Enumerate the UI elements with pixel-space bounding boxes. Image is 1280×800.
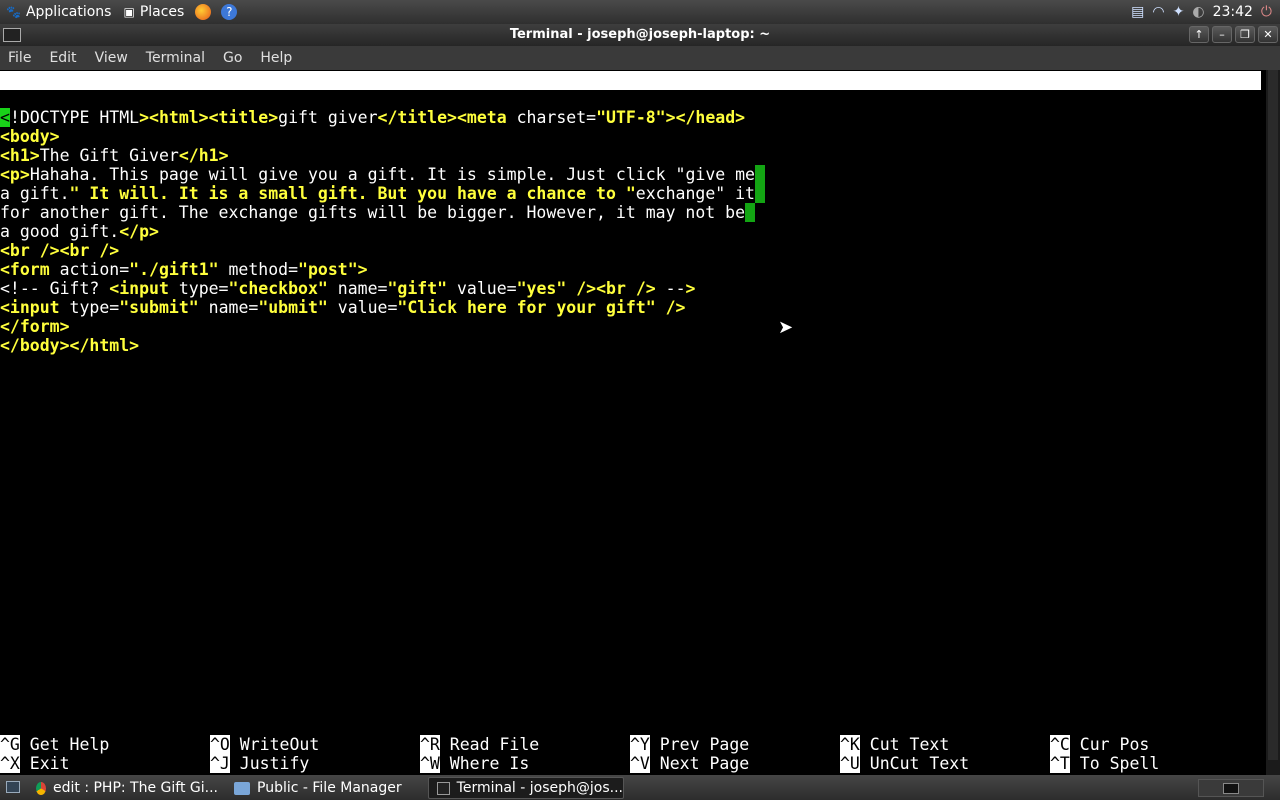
window-title: Terminal - joseph@joseph-laptop: ~ <box>509 27 771 42</box>
menu-file[interactable]: File <box>8 50 31 66</box>
menu-go[interactable]: Go <box>223 50 242 66</box>
shortcut-exit: ^X Exit <box>0 754 70 773</box>
system-tray: ▤ ◠ ✦ ◐ 23:42 ⏻ <box>1131 0 1272 24</box>
power-icon[interactable]: ⏻ <box>1261 4 1272 20</box>
editor-line[interactable]: </form> <box>0 317 70 336</box>
editor-line[interactable]: a good gift.</p> <box>0 222 159 241</box>
text-cursor: < <box>0 108 10 127</box>
menu-terminal[interactable]: Terminal <box>146 50 205 66</box>
trailing-whitespace-marker <box>745 203 756 222</box>
dropbox-icon[interactable]: ✦ <box>1173 4 1185 20</box>
task-file-manager[interactable]: Public - File Manager <box>226 777 422 799</box>
close-button[interactable]: ✕ <box>1258 26 1278 43</box>
task-label: Public - File Manager <box>257 780 402 796</box>
shortcut-get-help: ^G Get Help <box>0 735 110 754</box>
task-terminal[interactable]: Terminal - joseph@jos... <box>428 777 624 799</box>
taskbar: edit : PHP: The Gift Gi... Public - File… <box>0 775 1280 800</box>
editor-line[interactable]: a gift." It will. It is a small gift. Bu… <box>0 184 765 203</box>
raise-button[interactable]: ↑ <box>1189 26 1209 43</box>
places-label: Places <box>139 4 185 20</box>
shortcut-justify: ^J Justify <box>210 754 310 773</box>
volume-icon[interactable]: ◐ <box>1192 4 1204 20</box>
shortcut-cur-pos: ^C Cur Pos <box>1050 735 1150 754</box>
places-icon: ▣ <box>123 5 135 19</box>
gnome-foot-icon: 🐾 <box>6 5 21 19</box>
shortcut-where-is: ^W Where Is <box>420 754 530 773</box>
applications-menu[interactable]: 🐾 Applications <box>0 0 117 24</box>
trailing-whitespace-marker <box>755 184 765 203</box>
menu-help[interactable]: Help <box>260 50 292 66</box>
shortcut-writeout: ^O WriteOut <box>210 735 320 754</box>
nano-version: GNU nano 2.2.2 <box>21 90 161 109</box>
workspace-switcher[interactable] <box>1198 779 1264 797</box>
editor-line[interactable]: for another gift. The exchange gifts wil… <box>0 203 756 222</box>
shortcut-read-file: ^R Read File <box>420 735 540 754</box>
chrome-icon <box>36 781 46 795</box>
task-label: edit : PHP: The Gift Gi... <box>52 780 218 796</box>
task-chrome[interactable]: edit : PHP: The Gift Gi... <box>28 777 218 799</box>
shortcut-cut-text: ^K Cut Text <box>840 735 950 754</box>
editor-line[interactable]: <p>Hahaha. This page will give you a gif… <box>0 165 765 184</box>
firefox-icon[interactable] <box>195 4 212 20</box>
shortcut-to-spell: ^T To Spell <box>1050 754 1160 773</box>
editor-line[interactable]: </body></html> <box>0 336 139 355</box>
show-desktop-icon[interactable] <box>6 781 20 793</box>
clock[interactable]: 23:42 <box>1213 4 1253 20</box>
menu-view[interactable]: View <box>95 50 128 66</box>
editor-line[interactable]: <form action="./gift1" method="post"> <box>0 260 368 279</box>
folder-icon <box>234 781 250 795</box>
workspace-icon <box>1223 783 1239 794</box>
shortcut-prev-page: ^Y Prev Page <box>630 735 750 754</box>
editor-line[interactable]: <!-- Gift? <input type="checkbox" name="… <box>0 279 695 298</box>
mouse-pointer-icon: ➤ <box>778 317 794 338</box>
editor-line[interactable]: <h1>The Gift Giver</h1> <box>0 146 229 165</box>
trailing-whitespace-marker <box>754 165 765 184</box>
menu-edit[interactable]: Edit <box>49 50 76 66</box>
terminal-scrollbar[interactable] <box>1266 70 1280 775</box>
applications-label: Applications <box>25 4 112 20</box>
drive-icon[interactable]: ▤ <box>1131 4 1144 20</box>
wifi-icon[interactable]: ◠ <box>1152 4 1164 20</box>
terminal-view[interactable]: GNU nano 2.2.2 File: /var/www/index.php … <box>0 70 1266 775</box>
editor-line[interactable]: <!DOCTYPE HTML><html><title>gift giver</… <box>0 108 745 127</box>
task-label: Terminal - joseph@jos... <box>456 780 623 796</box>
help-icon[interactable]: ? <box>221 4 238 20</box>
terminal-icon <box>437 781 450 795</box>
editor-line[interactable]: <body> <box>0 127 60 146</box>
maximize-button[interactable]: ❐ <box>1235 26 1255 43</box>
top-panel: 🐾 Applications ▣ Places ? ▤ ◠ ✦ ◐ 23:42 … <box>0 0 1280 24</box>
editor-line[interactable]: <br /><br /> <box>0 241 119 260</box>
shortcut-next-page: ^V Next Page <box>630 754 750 773</box>
places-menu[interactable]: ▣ Places <box>117 0 190 24</box>
minimize-button[interactable]: – <box>1212 26 1232 43</box>
menubar: File Edit View Terminal Go Help <box>0 46 1280 70</box>
shortcut-uncut-text: ^U UnCut Text <box>840 754 970 773</box>
nano-header: GNU nano 2.2.2 File: /var/www/index.php <box>0 71 1261 128</box>
window-titlebar[interactable]: Terminal - joseph@joseph-laptop: ~ ↑ – ❐… <box>0 24 1280 46</box>
editor-line[interactable]: <input type="submit" name="ubmit" value=… <box>0 298 686 317</box>
